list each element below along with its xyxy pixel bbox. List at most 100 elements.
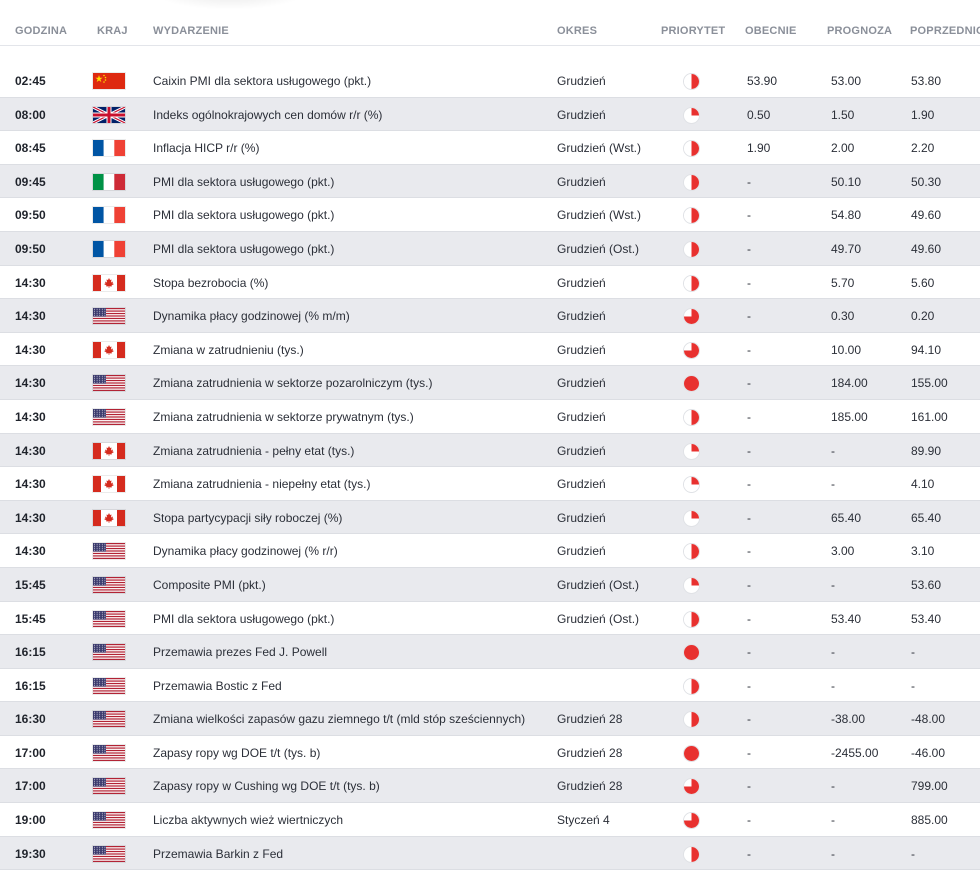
events-table-body: 02:45 Caixin PMI dla sektora usługowego … <box>0 64 980 870</box>
event-period: Grudzień 28 <box>557 712 623 727</box>
event-forecast: 2.00 <box>831 141 855 156</box>
event-time: 16:30 <box>15 712 46 727</box>
event-previous: 1.90 <box>911 107 935 122</box>
flag-usa-icon <box>93 644 125 661</box>
table-row[interactable]: 09:50 PMI dla sektora usługowego (pkt.) … <box>0 231 980 266</box>
table-row[interactable]: 14:30 Zmiana zatrudnienia w sektorze poz… <box>0 366 980 400</box>
event-actual: - <box>747 645 751 660</box>
priority-indicator-icon <box>684 645 699 661</box>
event-actual: - <box>747 846 751 861</box>
event-time: 02:45 <box>15 74 46 88</box>
event-actual: - <box>747 477 751 492</box>
event-time: 15:45 <box>15 611 46 626</box>
event-actual: - <box>747 443 751 458</box>
table-row[interactable]: 14:30 Stopa partycypacji siły roboczej (… <box>0 500 980 535</box>
header-actual[interactable]: OBECNIE <box>745 25 797 37</box>
header-forecast[interactable]: PROGNOZA <box>827 25 892 37</box>
header-event[interactable]: WYDARZENIE <box>153 25 229 37</box>
table-row[interactable]: 17:00 Zapasy ropy wg DOE t/t (tys. b) Gr… <box>0 736 980 770</box>
table-row[interactable]: 16:30 Zmiana wielkości zapasów gazu ziem… <box>0 702 980 736</box>
event-forecast: 3.00 <box>831 544 855 559</box>
header-priority[interactable]: PRIORYTET <box>661 25 725 37</box>
event-name[interactable]: Zmiana zatrudnienia - niepełny etat (tys… <box>153 477 370 491</box>
table-row[interactable]: 14:30 Zmiana w zatrudnieniu (tys.) Grudz… <box>0 333 980 367</box>
event-previous: 885.00 <box>911 813 948 828</box>
event-name[interactable]: Indeks ogólnokrajowych cen domów r/r (%) <box>153 108 382 122</box>
table-row[interactable]: 17:00 Zapasy ropy w Cushing wg DOE t/t (… <box>0 769 980 804</box>
event-previous: 49.60 <box>911 208 942 223</box>
event-name[interactable]: Inflacja HICP r/r (%) <box>153 141 259 155</box>
table-row[interactable]: 09:50 PMI dla sektora usługowego (pkt.) … <box>0 198 980 232</box>
event-forecast: 65.40 <box>831 510 862 525</box>
event-actual: 53.90 <box>747 74 778 88</box>
event-forecast: 1.50 <box>831 107 855 122</box>
event-name[interactable]: PMI dla sektora usługowego (pkt.) <box>153 242 334 256</box>
table-row[interactable]: 14:30 Zmiana zatrudnienia - niepełny eta… <box>0 467 980 501</box>
event-period: Grudzień (Ost.) <box>557 611 640 626</box>
event-name[interactable]: Dynamika płacy godzinowej (% m/m) <box>153 309 350 323</box>
table-row[interactable]: 08:45 Inflacja HICP r/r (%) Grudzień (Ws… <box>0 131 980 165</box>
event-name[interactable]: Zmiana zatrudnienia w sektorze prywatnym… <box>153 410 414 424</box>
table-row[interactable]: 19:30 Przemawia Barkin z Fed - - - <box>0 836 980 870</box>
event-actual: 0.50 <box>747 107 771 122</box>
event-time: 14:30 <box>15 309 46 324</box>
event-time: 14:30 <box>15 443 46 458</box>
event-forecast: 184.00 <box>831 376 868 391</box>
header-period[interactable]: OKRES <box>557 25 597 37</box>
event-name[interactable]: PMI dla sektora usługowego (pkt.) <box>153 208 334 222</box>
table-row[interactable]: 15:45 Composite PMI (pkt.) Grudzień (Ost… <box>0 567 980 602</box>
table-row[interactable]: 15:45 PMI dla sektora usługowego (pkt.) … <box>0 602 980 636</box>
event-period: Grudzień <box>557 409 606 424</box>
event-name[interactable]: Przemawia Barkin z Fed <box>153 847 283 861</box>
table-row[interactable]: 14:30 Zmiana zatrudnienia - pełny etat (… <box>0 433 980 468</box>
event-name[interactable]: Composite PMI (pkt.) <box>153 578 266 592</box>
event-period: Grudzień 28 <box>557 745 623 760</box>
table-row[interactable]: 08:00 Indeks ogólnokrajowych cen domów r… <box>0 97 980 132</box>
event-previous: 799.00 <box>911 779 948 794</box>
event-forecast: 54.80 <box>831 208 862 223</box>
table-row[interactable]: 16:15 Przemawia Bostic z Fed - - - <box>0 669 980 703</box>
event-name[interactable]: Caixin PMI dla sektora usługowego (pkt.) <box>153 74 371 88</box>
event-name[interactable]: Stopa partycypacji siły roboczej (%) <box>153 511 342 525</box>
table-row[interactable]: 19:00 Liczba aktywnych wież wiertniczych… <box>0 803 980 837</box>
table-row[interactable]: 02:45 Caixin PMI dla sektora usługowego … <box>0 64 980 98</box>
event-name[interactable]: Zmiana zatrudnienia w sektorze pozarolni… <box>153 376 432 390</box>
event-name[interactable]: Zapasy ropy wg DOE t/t (tys. b) <box>153 746 320 760</box>
event-actual: - <box>747 678 751 693</box>
event-name[interactable]: Przemawia prezes Fed J. Powell <box>153 645 327 659</box>
event-time: 14:30 <box>15 477 46 492</box>
table-row[interactable]: 09:45 PMI dla sektora usługowego (pkt.) … <box>0 164 980 199</box>
flag-canada-icon <box>93 274 125 291</box>
flag-china-icon <box>93 73 125 89</box>
header-previous[interactable]: POPRZEDNIO <box>910 25 980 37</box>
priority-indicator-icon <box>684 678 699 694</box>
event-name[interactable]: Zapasy ropy w Cushing wg DOE t/t (tys. b… <box>153 779 380 793</box>
event-name[interactable]: Stopa bezrobocia (%) <box>153 276 268 290</box>
table-row[interactable]: 14:30 Zmiana zatrudnienia w sektorze pry… <box>0 400 980 434</box>
event-name[interactable]: Dynamika płacy godzinowej (% r/r) <box>153 544 338 558</box>
table-row[interactable]: 14:30 Stopa bezrobocia (%) Grudzień - 5.… <box>0 266 980 300</box>
flag-france-icon <box>93 140 125 157</box>
event-name[interactable]: Przemawia Bostic z Fed <box>153 679 282 693</box>
event-name[interactable]: Zmiana w zatrudnieniu (tys.) <box>153 343 304 357</box>
event-name[interactable]: Zmiana wielkości zapasów gazu ziemnego t… <box>153 712 525 726</box>
table-row[interactable]: 16:15 Przemawia prezes Fed J. Powell - -… <box>0 635 980 669</box>
event-name[interactable]: Zmiana zatrudnienia - pełny etat (tys.) <box>153 444 354 458</box>
event-forecast: - <box>831 645 835 660</box>
table-row[interactable]: 14:30 Dynamika płacy godzinowej (% r/r) … <box>0 534 980 568</box>
event-actual: - <box>747 409 751 424</box>
event-forecast: 185.00 <box>831 409 868 424</box>
header-country[interactable]: KRAJ <box>97 25 128 37</box>
event-name[interactable]: PMI dla sektora usługowego (pkt.) <box>153 175 334 189</box>
event-time: 09:50 <box>15 208 46 223</box>
event-actual: - <box>747 510 751 525</box>
table-row[interactable]: 14:30 Dynamika płacy godzinowej (% m/m) … <box>0 299 980 333</box>
event-previous: 89.90 <box>911 443 942 458</box>
event-forecast: 50.10 <box>831 174 862 189</box>
event-name[interactable]: PMI dla sektora usługowego (pkt.) <box>153 612 334 626</box>
flag-usa-icon <box>93 677 125 694</box>
event-name[interactable]: Liczba aktywnych wież wiertniczych <box>153 813 343 827</box>
flag-usa-icon <box>93 308 125 325</box>
event-time: 08:00 <box>15 107 46 122</box>
header-time[interactable]: GODZINA <box>15 25 67 37</box>
